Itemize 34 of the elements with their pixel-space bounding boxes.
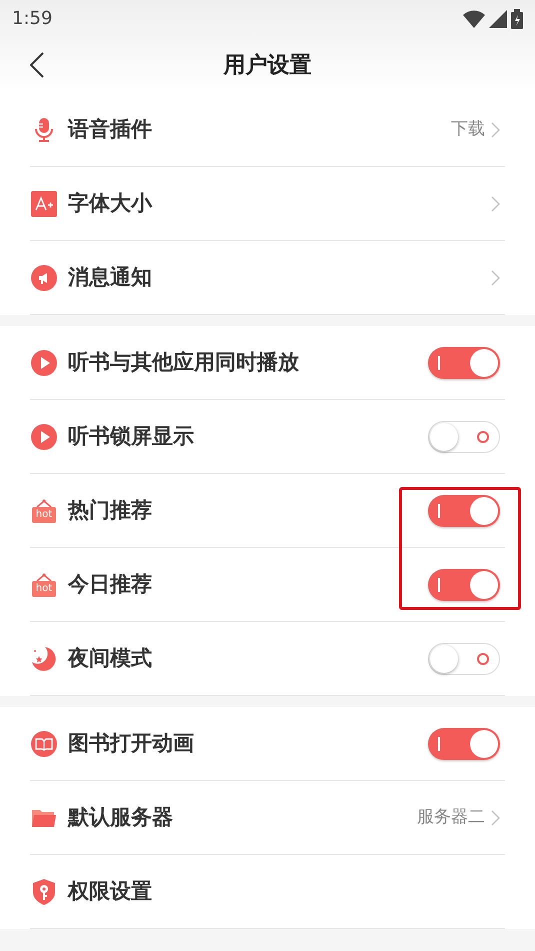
setting-label: 夜间模式 [68,644,152,672]
play-icon [31,424,57,450]
setting-label: 图书打开动画 [68,730,194,757]
book-icon [31,730,57,756]
status-icons-drawing [463,8,523,28]
setting-label: 热门推荐 [68,496,152,524]
setting-label: 听书锁屏显示 [68,422,194,450]
setting-value: 下载 [451,118,485,141]
setting-label: 默认服务器 [68,804,173,831]
chevron-right-icon [491,270,500,286]
toggle-switch[interactable] [428,568,500,600]
setting-label: 听书与其他应用同时播放 [68,348,299,376]
megaphone-icon [31,264,57,290]
toggle-switch[interactable] [428,642,500,674]
toggle-switch[interactable] [428,494,500,526]
moon-icon [31,646,57,672]
status-time: 1:59 [12,7,52,31]
chevron-right-icon [491,810,500,826]
play-icon [31,350,57,376]
setting-value: 服务器二 [417,806,485,829]
chevron-right-icon [491,122,500,138]
shield-key-icon [31,878,57,906]
setting-label: 权限设置 [68,878,152,905]
page-title: 用户设置 [224,52,312,80]
microphone-icon [33,116,55,142]
setting-label: 字体大小 [68,190,152,217]
setting-label: 消息通知 [68,264,152,291]
toggle-switch[interactable] [428,346,500,378]
toggle-switch[interactable] [428,420,500,452]
setting-label: 语音插件 [68,116,152,143]
setting-label: 今日推荐 [68,570,152,598]
chevron-right-icon [491,196,500,212]
toggle-switch[interactable] [428,728,500,760]
font-size-icon [31,190,57,216]
